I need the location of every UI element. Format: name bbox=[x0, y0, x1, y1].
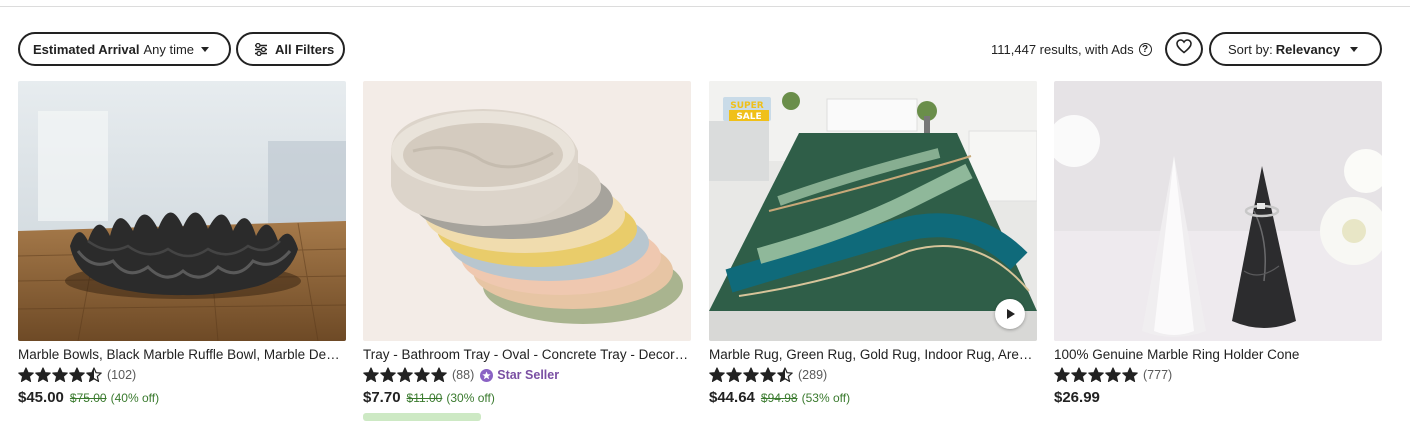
star-icon bbox=[69, 367, 85, 382]
sale-price: $26.99 bbox=[1054, 389, 1100, 406]
original-price: $75.00 bbox=[69, 391, 107, 405]
star-icon bbox=[363, 367, 379, 382]
price-row: $7.70 $11.00 (30% off) bbox=[363, 389, 691, 406]
product-title[interactable]: Marble Rug, Green Rug, Gold Rug, Indoor … bbox=[709, 347, 1037, 362]
sort-dropdown[interactable]: Sort by: Relevancy bbox=[1209, 32, 1382, 66]
product-rating: (102) bbox=[18, 366, 346, 384]
estimated-arrival-filter[interactable]: Estimated Arrival Any time bbox=[18, 32, 231, 66]
star-icon bbox=[86, 367, 102, 382]
sale-price: $44.64 bbox=[709, 389, 755, 406]
product-title[interactable]: Marble Bowls, Black Marble Ruffle Bowl, … bbox=[18, 347, 346, 362]
star-icon bbox=[414, 367, 430, 382]
product-image[interactable] bbox=[18, 81, 346, 341]
price-row: $44.64 $94.98 (53% off) bbox=[709, 389, 1037, 406]
star-icon bbox=[1071, 367, 1087, 382]
review-count: (88) bbox=[452, 368, 475, 382]
play-video-button[interactable] bbox=[995, 299, 1025, 329]
discount-percent: (53% off) bbox=[801, 391, 851, 405]
sort-value: Relevancy bbox=[1275, 41, 1341, 57]
star-seller-icon bbox=[480, 368, 494, 382]
estimated-arrival-label: Estimated Arrival bbox=[33, 41, 140, 57]
all-filters-button[interactable]: All Filters bbox=[236, 32, 345, 66]
top-divider bbox=[0, 6, 1410, 7]
star-icon bbox=[380, 367, 396, 382]
star-icon bbox=[1105, 367, 1121, 382]
sliders-icon bbox=[254, 42, 268, 56]
heart-icon bbox=[1176, 39, 1192, 59]
star-icon bbox=[397, 367, 413, 382]
product-title[interactable]: Tray - Bathroom Tray - Oval - Concrete T… bbox=[363, 347, 691, 362]
product-rating: (289) bbox=[709, 366, 1037, 384]
sale-price: $45.00 bbox=[18, 389, 64, 406]
product-card[interactable]: SUPER SALE Marble Rug, Green Rug, Gold R… bbox=[709, 81, 1037, 406]
star-icon bbox=[743, 367, 759, 382]
star-icon bbox=[18, 367, 34, 382]
free-shipping-badge bbox=[363, 413, 481, 421]
product-card[interactable]: 100% Genuine Marble Ring Holder Cone (77… bbox=[1054, 81, 1382, 406]
star-seller-badge: Star Seller bbox=[480, 368, 559, 382]
favorite-search-button[interactable] bbox=[1165, 32, 1203, 66]
sale-price: $7.70 bbox=[363, 389, 401, 406]
star-icon bbox=[1122, 367, 1138, 382]
review-count: (289) bbox=[798, 368, 828, 382]
estimated-arrival-value: Any time bbox=[143, 41, 195, 57]
star-icon bbox=[1088, 367, 1104, 382]
price-row: $45.00 $75.00 (40% off) bbox=[18, 389, 346, 406]
star-rating bbox=[18, 367, 103, 383]
chevron-down-icon bbox=[201, 46, 210, 52]
product-title[interactable]: 100% Genuine Marble Ring Holder Cone bbox=[1054, 347, 1382, 362]
original-price: $94.98 bbox=[760, 391, 798, 405]
star-icon bbox=[709, 367, 725, 382]
star-seller-label: Star Seller bbox=[497, 368, 560, 382]
star-icon bbox=[1054, 367, 1070, 382]
results-count: 111,447 results, with Ads ? bbox=[991, 42, 1152, 57]
product-image[interactable]: SUPER SALE bbox=[709, 81, 1037, 341]
star-icon bbox=[52, 367, 68, 382]
discount-percent: (30% off) bbox=[446, 391, 495, 405]
star-rating bbox=[363, 367, 448, 383]
star-icon bbox=[35, 367, 51, 382]
play-icon bbox=[1007, 309, 1015, 319]
product-card[interactable]: Tray - Bathroom Tray - Oval - Concrete T… bbox=[363, 81, 691, 406]
product-card[interactable]: Marble Bowls, Black Marble Ruffle Bowl, … bbox=[18, 81, 346, 406]
star-icon bbox=[777, 367, 793, 382]
super-sale-line1: SUPER bbox=[730, 101, 764, 111]
chevron-down-icon bbox=[1350, 46, 1359, 52]
discount-percent: (40% off) bbox=[110, 391, 160, 405]
original-price: $11.00 bbox=[406, 391, 443, 405]
super-sale-line2: SALE bbox=[736, 112, 761, 122]
results-text: 111,447 results, with Ads bbox=[991, 42, 1134, 57]
help-icon[interactable]: ? bbox=[1138, 43, 1152, 56]
review-count: (102) bbox=[107, 368, 137, 382]
product-rating: (88) Star Seller bbox=[363, 366, 691, 384]
star-rating bbox=[1054, 367, 1139, 383]
star-icon bbox=[726, 367, 742, 382]
all-filters-label: All Filters bbox=[275, 41, 335, 57]
product-image[interactable] bbox=[1054, 81, 1382, 341]
star-icon bbox=[760, 367, 776, 382]
star-rating bbox=[709, 367, 794, 383]
product-rating: (777) bbox=[1054, 366, 1382, 384]
sort-prefix: Sort by: bbox=[1228, 41, 1273, 57]
price-row: $26.99 bbox=[1054, 389, 1382, 406]
review-count: (777) bbox=[1143, 368, 1173, 382]
product-image[interactable] bbox=[363, 81, 691, 341]
star-icon bbox=[431, 367, 447, 382]
